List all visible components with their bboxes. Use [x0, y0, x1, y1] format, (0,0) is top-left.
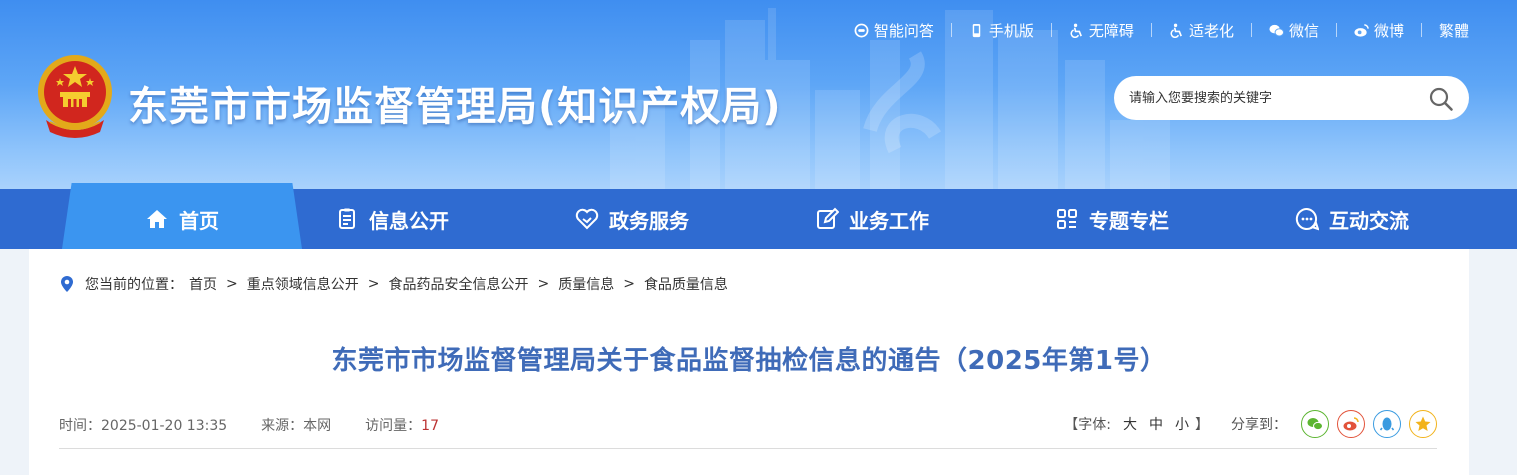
nav-item-label: 业务工作 — [849, 208, 929, 233]
divider — [1420, 23, 1422, 37]
toplink-label: 手机版 — [988, 21, 1034, 40]
toplink-label: 繁體 — [1438, 21, 1469, 40]
article-panel: 您当前的位置： 首页 > 重点领域信息公开 > 食品药品安全信息公开 > 质量信… — [29, 249, 1469, 475]
toplink-smart-qa[interactable]: 智能问答 — [854, 20, 934, 41]
article-tools: 【字体: 大 中 小 】 分享到： — [1064, 409, 1437, 439]
source-label: 来源： — [261, 418, 304, 434]
font-size-bracket: 】 — [1195, 417, 1209, 433]
view-count-value: 17 — [421, 418, 439, 434]
toplink-label: 无障碍 — [1088, 21, 1134, 40]
font-size-medium-button[interactable]: 中 — [1149, 414, 1163, 434]
star-icon — [1415, 416, 1431, 431]
nav-item-home[interactable]: 首页 — [62, 183, 302, 249]
nav-item-label: 信息公开 — [369, 208, 449, 233]
view-count: 访问量：17 — [365, 415, 439, 435]
breadcrumb-separator: > — [226, 276, 238, 292]
share-wechat-button[interactable] — [1301, 410, 1329, 438]
chat-bot-icon — [854, 23, 869, 37]
heart-hands-icon — [575, 208, 599, 230]
toplink-elder-mode[interactable]: 适老化 — [1169, 20, 1234, 41]
breadcrumb-here-label: 您当前的位置： — [85, 277, 183, 293]
toplink-weibo[interactable]: 微博 — [1354, 20, 1404, 41]
toplink-accessibility[interactable]: 无障碍 — [1069, 20, 1134, 41]
grid-icon — [1057, 209, 1077, 229]
divider — [950, 23, 952, 37]
source: 来源：本网 — [261, 415, 331, 435]
share-label: 分享到： — [1231, 417, 1287, 433]
weibo-icon — [1343, 417, 1359, 431]
document-icon — [339, 208, 355, 229]
publish-time-label: 时间： — [59, 418, 101, 434]
site-header: 东莞市市场监督管理局(知识产权局) 智能问答 手机版 无障碍 适老化 微信 微博… — [0, 0, 1517, 189]
divider — [1050, 23, 1052, 37]
share-qzone-button[interactable] — [1409, 410, 1437, 438]
nav-item-label: 政务服务 — [609, 208, 689, 233]
toplink-label: 微信 — [1288, 21, 1319, 40]
search-icon[interactable] — [1428, 86, 1454, 112]
weibo-icon — [1354, 23, 1369, 37]
chat-icon — [1295, 207, 1319, 231]
accessibility-icon — [1070, 23, 1082, 38]
search-input[interactable] — [1129, 77, 1419, 119]
article-meta: 时间：2025-01-20 13:35 来源：本网 访问量：17 — [59, 414, 473, 436]
share-qq-button[interactable] — [1373, 410, 1401, 438]
divider — [1335, 23, 1337, 37]
breadcrumb-separator: > — [537, 276, 550, 292]
share-weibo-button[interactable] — [1337, 410, 1365, 438]
breadcrumb-item[interactable]: 重点领域信息公开 — [247, 274, 359, 294]
font-size-small-button[interactable]: 小 — [1175, 414, 1189, 434]
breadcrumb-separator: > — [623, 276, 635, 292]
nav-item-business-work[interactable]: 业务工作 — [752, 189, 992, 249]
location-pin-icon — [61, 276, 73, 292]
main-nav: 首页 信息公开 政务服务 业务工作 专题专栏 互动交流 — [0, 183, 1517, 249]
breadcrumb-item[interactable]: 质量信息 — [558, 274, 614, 294]
breadcrumb-item[interactable]: 首页 — [189, 274, 217, 294]
nav-item-gov-services[interactable]: 政务服务 — [512, 189, 752, 249]
meta-divider — [59, 448, 1437, 449]
toplink-mobile[interactable]: 手机版 — [969, 20, 1034, 41]
nav-item-label: 专题专栏 — [1089, 208, 1169, 233]
national-emblem-icon — [38, 55, 112, 138]
wechat-icon — [1307, 418, 1323, 431]
nav-item-info-disclosure[interactable]: 信息公开 — [272, 189, 512, 249]
qq-icon — [1379, 417, 1395, 431]
article-title: 东莞市市场监督管理局关于食品监督抽检信息的通告（2025年第1号） — [331, 346, 1167, 376]
nav-item-interaction[interactable]: 互动交流 — [1232, 189, 1472, 249]
breadcrumb: 您当前的位置： 首页 > 重点领域信息公开 > 食品药品安全信息公开 > 质量信… — [59, 273, 728, 295]
divider — [1150, 23, 1152, 37]
divider — [1250, 23, 1252, 37]
breadcrumb-item[interactable]: 食品质量信息 — [644, 274, 728, 294]
site-title: 东莞市市场监督管理局(知识产权局) — [128, 84, 782, 130]
mobile-icon — [972, 23, 981, 37]
font-size-label: 【字体: — [1064, 417, 1111, 433]
breadcrumb-item[interactable]: 食品药品安全信息公开 — [388, 274, 528, 294]
elder-care-icon — [1170, 23, 1182, 38]
publish-time: 时间：2025-01-20 13:35 — [59, 415, 227, 435]
breadcrumb-separator: > — [367, 276, 380, 292]
source-value: 本网 — [303, 418, 332, 434]
nav-item-label: 首页 — [179, 208, 219, 233]
publish-time-value: 2025-01-20 13:35 — [101, 418, 228, 434]
toplink-label: 适老化 — [1188, 21, 1234, 40]
wechat-icon — [1269, 24, 1284, 36]
nav-item-label: 互动交流 — [1329, 208, 1409, 233]
toplink-label: 智能问答 — [873, 21, 934, 40]
toplink-traditional-chinese[interactable]: 繁體 — [1439, 20, 1469, 41]
toplink-wechat[interactable]: 微信 — [1269, 20, 1319, 41]
top-links: 智能问答 手机版 无障碍 适老化 微信 微博 繁體 — [854, 18, 1469, 42]
home-icon — [147, 210, 167, 228]
toplink-label: 微博 — [1373, 21, 1404, 40]
view-count-label: 访问量： — [365, 418, 422, 434]
search-box — [1114, 76, 1469, 120]
nav-item-special-topics[interactable]: 专题专栏 — [992, 189, 1232, 249]
font-size-large-button[interactable]: 大 — [1123, 414, 1137, 434]
edit-icon — [817, 207, 839, 229]
